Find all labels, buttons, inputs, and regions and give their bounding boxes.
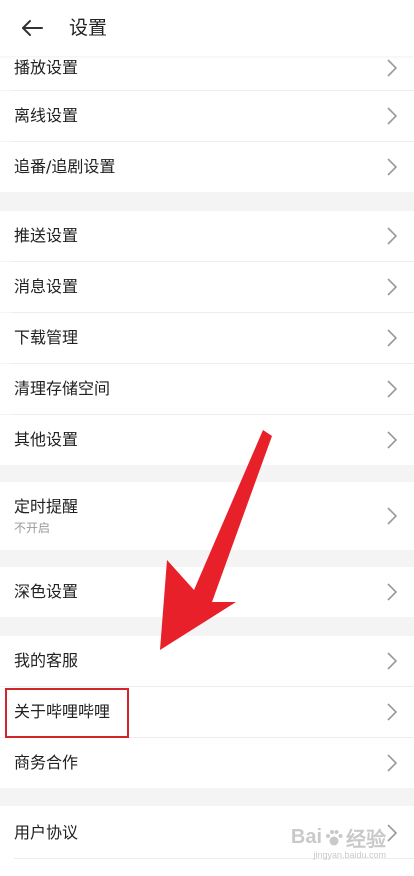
chevron-right-icon	[387, 107, 398, 125]
top-app-bar: 设置	[0, 0, 414, 56]
settings-item-label: 播放设置	[14, 58, 79, 77]
chevron-right-icon	[387, 380, 398, 398]
settings-item-next[interactable]	[0, 860, 414, 876]
chevron-right-icon	[387, 754, 398, 772]
settings-item-storage[interactable]: 清理存储空间	[0, 364, 414, 414]
settings-item-label: 我的客服	[14, 651, 79, 670]
chevron-right-icon	[387, 824, 398, 842]
settings-item-label: 其他设置	[14, 430, 79, 449]
settings-item-label: 深色设置	[14, 582, 79, 601]
chevron-right-icon	[387, 431, 398, 449]
watermark: Bai 经验 jingyan.baidu.com	[291, 823, 386, 860]
settings-item-message[interactable]: 消息设置	[0, 262, 414, 312]
settings-item-label: 用户协议	[14, 823, 79, 842]
settings-item-label: 消息设置	[14, 277, 79, 296]
chevron-right-icon	[387, 227, 398, 245]
settings-item-customer-service[interactable]: 我的客服	[0, 636, 414, 686]
watermark-text: Bai	[290, 826, 322, 848]
settings-item-label: 追番/追剧设置	[14, 157, 116, 176]
settings-list: 播放设置 离线设置 追番/追剧设置 推送设置 消息设置 下载管理 清理存储空间 …	[0, 0, 414, 876]
settings-item-other[interactable]: 其他设置	[0, 415, 414, 465]
chevron-right-icon	[387, 329, 398, 347]
settings-item-timer[interactable]: 定时提醒 不开启	[0, 482, 414, 550]
back-button[interactable]	[14, 12, 50, 44]
page-title: 设置	[69, 17, 108, 39]
settings-item-label: 清理存储空间	[14, 379, 111, 398]
watermark-url: jingyan.baidu.com	[313, 850, 386, 860]
settings-item-sublabel: 不开启	[14, 521, 51, 535]
settings-item-business[interactable]: 商务合作	[0, 738, 414, 788]
arrow-left-icon	[22, 20, 43, 36]
chevron-right-icon	[387, 59, 398, 77]
chevron-right-icon	[387, 583, 398, 601]
watermark-text: 经验	[346, 829, 386, 851]
settings-item-label: 下载管理	[14, 328, 79, 347]
chevron-right-icon	[387, 507, 398, 525]
settings-item-dark-mode[interactable]: 深色设置	[0, 567, 414, 617]
settings-item-label: 离线设置	[14, 106, 79, 125]
settings-item-push[interactable]: 推送设置	[0, 211, 414, 261]
chevron-right-icon	[387, 278, 398, 296]
chevron-right-icon	[387, 652, 398, 670]
settings-item-label: 推送设置	[14, 226, 79, 245]
settings-item-label: 商务合作	[14, 753, 79, 772]
chevron-right-icon	[387, 703, 398, 721]
settings-item-label: 定时提醒	[14, 497, 79, 516]
settings-item-download[interactable]: 下载管理	[0, 313, 414, 363]
settings-item-follow[interactable]: 追番/追剧设置	[0, 142, 414, 192]
chevron-right-icon	[387, 158, 398, 176]
paw-icon	[326, 829, 343, 845]
settings-item-offline[interactable]: 离线设置	[0, 91, 414, 141]
highlight-box	[5, 688, 129, 738]
